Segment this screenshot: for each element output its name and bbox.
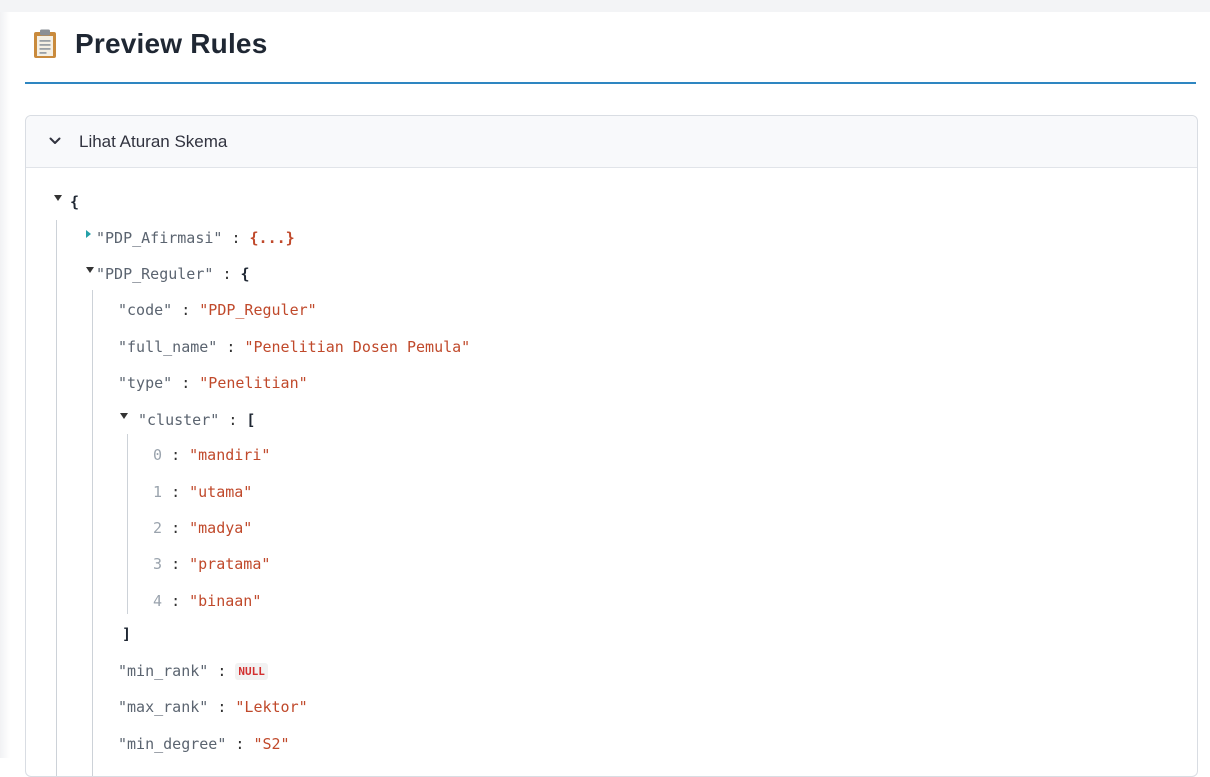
collapse-toggle-icon[interactable]	[86, 267, 94, 273]
json-array-item: 3 : "pratama"	[153, 555, 271, 573]
json-field-min-rank: "min_rank" : NULL	[118, 660, 268, 682]
collapsed-object[interactable]: {...}	[250, 229, 295, 247]
page-header: Preview Rules	[25, 24, 1196, 84]
collapse-toggle-icon[interactable]	[120, 413, 128, 419]
json-field-type: "type" : "Penelitian"	[118, 374, 308, 392]
left-shade	[0, 12, 10, 758]
json-field-max-rank: "max_rank" : "Lektor"	[118, 698, 308, 716]
page-title: Preview Rules	[75, 28, 268, 59]
expander-header[interactable]: Lihat Aturan Skema	[26, 116, 1197, 168]
json-array-item: 1 : "utama"	[153, 483, 253, 501]
chevron-down-icon[interactable]	[48, 134, 62, 148]
json-field-full-name: "full_name" : "Penelitian Dosen Pemula"	[118, 338, 471, 356]
json-field-code: "code" : "PDP_Reguler"	[118, 301, 317, 319]
json-array-item: 2 : "madya"	[153, 519, 253, 537]
json-field-min-degree: "min_degree" : "S2"	[118, 735, 290, 753]
clipboard-icon	[34, 29, 56, 58]
schema-expander: Lihat Aturan Skema { "PDP_Afirmasi" : {.…	[25, 115, 1198, 777]
top-strip	[0, 0, 1210, 12]
indent-guide	[92, 290, 93, 776]
indent-guide	[56, 220, 57, 776]
json-array-item: 4 : "binaan"	[153, 592, 262, 610]
expand-toggle-icon[interactable]	[86, 230, 91, 238]
json-array-item: 0 : "mandiri"	[153, 446, 271, 464]
collapse-toggle-icon[interactable]	[54, 195, 62, 201]
indent-guide	[127, 434, 128, 614]
expander-label: Lihat Aturan Skema	[79, 132, 228, 151]
json-array-close: ]	[122, 625, 132, 643]
null-badge: NULL	[235, 663, 268, 680]
json-viewer: { "PDP_Afirmasi" : {...} "PDP_Reguler" :…	[26, 168, 1197, 776]
